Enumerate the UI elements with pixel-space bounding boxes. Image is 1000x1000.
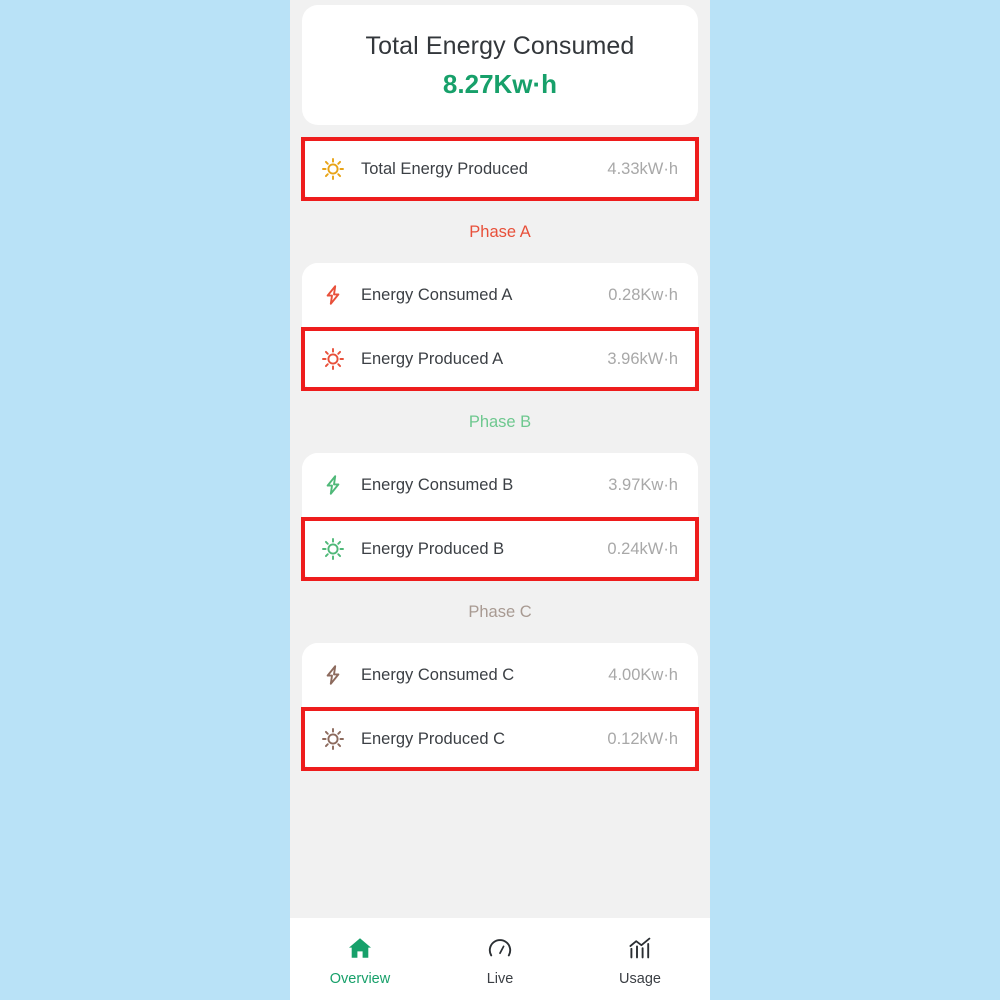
phase-card: Energy Consumed C 4.00Kw·h Energy Produc… bbox=[302, 643, 698, 771]
energy-row-value: 0.12kW·h bbox=[607, 729, 678, 748]
energy-row[interactable]: Energy Consumed C 4.00Kw·h bbox=[302, 643, 698, 707]
bar-chart-trend-icon bbox=[626, 934, 654, 962]
sun-icon bbox=[322, 538, 361, 560]
energy-row-value: 3.97Kw·h bbox=[608, 475, 678, 494]
total-energy-produced-card: Total Energy Produced 4.33kW·h bbox=[302, 137, 698, 201]
lightning-bolt-icon bbox=[322, 474, 361, 496]
energy-sections: Total Energy Produced 4.33kW·h Phase A E… bbox=[290, 137, 710, 771]
energy-row-label: Energy Produced B bbox=[361, 539, 505, 558]
energy-row-label: Energy Produced C bbox=[361, 729, 505, 748]
energy-row-label: Energy Consumed B bbox=[361, 475, 514, 494]
sun-icon bbox=[322, 158, 361, 180]
energy-row[interactable]: Energy Consumed A 0.28Kw·h bbox=[302, 263, 698, 327]
energy-row-value: 4.33kW·h bbox=[607, 159, 678, 178]
total-energy-consumed-title: Total Energy Consumed bbox=[365, 31, 635, 60]
phase-heading: Phase C bbox=[468, 602, 532, 621]
energy-row[interactable]: Energy Produced B 0.24kW·h bbox=[302, 517, 698, 581]
gauge-icon bbox=[486, 934, 514, 962]
phone-screen: Total Energy Consumed 8.27Kw·h Total Ene… bbox=[290, 0, 710, 1000]
energy-row-label: Energy Consumed C bbox=[361, 665, 515, 684]
phase-card: Energy Consumed A 0.28Kw·h Energy Produc… bbox=[302, 263, 698, 391]
energy-row[interactable]: Energy Consumed B 3.97Kw·h bbox=[302, 453, 698, 517]
energy-row[interactable]: Energy Produced A 3.96kW·h bbox=[302, 327, 698, 391]
nav-item-label: Overview bbox=[329, 971, 391, 987]
energy-row-value: 0.28Kw·h bbox=[608, 285, 678, 304]
energy-row-label: Energy Consumed A bbox=[361, 285, 513, 304]
total-energy-consumed-value: 8.27Kw·h bbox=[442, 68, 558, 99]
sun-icon bbox=[322, 728, 361, 750]
nav-item-label: Usage bbox=[619, 971, 661, 987]
energy-row-value: 3.96kW·h bbox=[607, 349, 678, 368]
nav-item-usage[interactable]: Usage bbox=[570, 934, 710, 987]
energy-row-value: 4.00Kw·h bbox=[608, 665, 678, 684]
lightning-bolt-icon bbox=[322, 664, 361, 686]
home-icon bbox=[346, 934, 374, 962]
energy-row-value: 0.24kW·h bbox=[607, 539, 678, 558]
energy-row-label: Energy Produced A bbox=[361, 349, 504, 368]
nav-item-label: Live bbox=[486, 971, 514, 987]
energy-row-label: Total Energy Produced bbox=[361, 159, 528, 178]
phase-heading: Phase B bbox=[468, 412, 532, 431]
overview-scroll-content: Total Energy Consumed 8.27Kw·h Total Ene… bbox=[290, 0, 710, 918]
phase-heading: Phase A bbox=[469, 222, 531, 241]
sun-icon bbox=[322, 348, 361, 370]
lightning-bolt-icon bbox=[322, 284, 361, 306]
phase-card: Energy Consumed B 3.97Kw·h Energy Produc… bbox=[302, 453, 698, 581]
bottom-navigation-bar: Overview Live Usage bbox=[290, 918, 710, 1000]
nav-item-overview[interactable]: Overview bbox=[290, 934, 430, 987]
total-energy-consumed-card: Total Energy Consumed 8.27Kw·h bbox=[302, 5, 698, 125]
nav-item-live[interactable]: Live bbox=[430, 934, 570, 987]
energy-row[interactable]: Total Energy Produced 4.33kW·h bbox=[302, 137, 698, 201]
energy-row[interactable]: Energy Produced C 0.12kW·h bbox=[302, 707, 698, 771]
